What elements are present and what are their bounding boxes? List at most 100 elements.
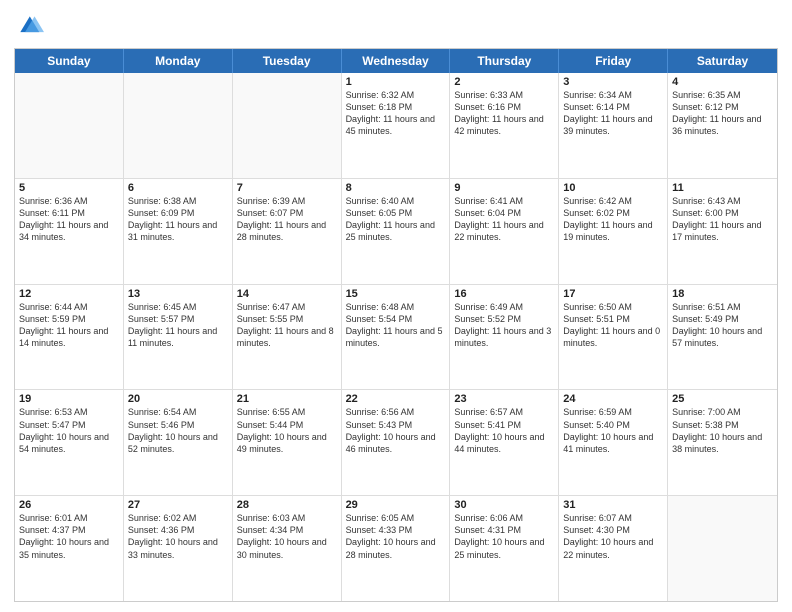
day-number: 14 bbox=[237, 288, 337, 300]
day-number: 27 bbox=[128, 499, 228, 511]
day-of-week-wednesday: Wednesday bbox=[342, 49, 451, 73]
day-number: 2 bbox=[454, 76, 554, 88]
cell-info: Sunrise: 6:05 AM Sunset: 4:33 PM Dayligh… bbox=[346, 512, 446, 561]
cal-cell-day-21: 21Sunrise: 6:55 AM Sunset: 5:44 PM Dayli… bbox=[233, 390, 342, 495]
cal-cell-day-3: 3Sunrise: 6:34 AM Sunset: 6:14 PM Daylig… bbox=[559, 73, 668, 178]
cell-info: Sunrise: 6:34 AM Sunset: 6:14 PM Dayligh… bbox=[563, 89, 663, 138]
cal-cell-day-27: 27Sunrise: 6:02 AM Sunset: 4:36 PM Dayli… bbox=[124, 496, 233, 601]
day-number: 31 bbox=[563, 499, 663, 511]
cal-cell-day-20: 20Sunrise: 6:54 AM Sunset: 5:46 PM Dayli… bbox=[124, 390, 233, 495]
day-number: 12 bbox=[19, 288, 119, 300]
day-number: 17 bbox=[563, 288, 663, 300]
cal-cell-day-22: 22Sunrise: 6:56 AM Sunset: 5:43 PM Dayli… bbox=[342, 390, 451, 495]
cell-info: Sunrise: 6:53 AM Sunset: 5:47 PM Dayligh… bbox=[19, 406, 119, 455]
cell-info: Sunrise: 6:47 AM Sunset: 5:55 PM Dayligh… bbox=[237, 301, 337, 350]
cal-cell-day-24: 24Sunrise: 6:59 AM Sunset: 5:40 PM Dayli… bbox=[559, 390, 668, 495]
cal-cell-day-7: 7Sunrise: 6:39 AM Sunset: 6:07 PM Daylig… bbox=[233, 179, 342, 284]
cal-cell-empty bbox=[668, 496, 777, 601]
cal-cell-day-9: 9Sunrise: 6:41 AM Sunset: 6:04 PM Daylig… bbox=[450, 179, 559, 284]
cal-cell-day-29: 29Sunrise: 6:05 AM Sunset: 4:33 PM Dayli… bbox=[342, 496, 451, 601]
cell-info: Sunrise: 6:51 AM Sunset: 5:49 PM Dayligh… bbox=[672, 301, 773, 350]
cal-cell-day-14: 14Sunrise: 6:47 AM Sunset: 5:55 PM Dayli… bbox=[233, 285, 342, 390]
cal-row-4: 26Sunrise: 6:01 AM Sunset: 4:37 PM Dayli… bbox=[15, 496, 777, 601]
day-number: 8 bbox=[346, 182, 446, 194]
cal-cell-day-5: 5Sunrise: 6:36 AM Sunset: 6:11 PM Daylig… bbox=[15, 179, 124, 284]
cal-cell-day-1: 1Sunrise: 6:32 AM Sunset: 6:18 PM Daylig… bbox=[342, 73, 451, 178]
day-number: 24 bbox=[563, 393, 663, 405]
cell-info: Sunrise: 6:43 AM Sunset: 6:00 PM Dayligh… bbox=[672, 195, 773, 244]
cell-info: Sunrise: 6:55 AM Sunset: 5:44 PM Dayligh… bbox=[237, 406, 337, 455]
day-number: 25 bbox=[672, 393, 773, 405]
day-number: 9 bbox=[454, 182, 554, 194]
day-number: 23 bbox=[454, 393, 554, 405]
day-number: 18 bbox=[672, 288, 773, 300]
cal-cell-day-31: 31Sunrise: 6:07 AM Sunset: 4:30 PM Dayli… bbox=[559, 496, 668, 601]
day-number: 29 bbox=[346, 499, 446, 511]
cal-cell-day-10: 10Sunrise: 6:42 AM Sunset: 6:02 PM Dayli… bbox=[559, 179, 668, 284]
cell-info: Sunrise: 6:57 AM Sunset: 5:41 PM Dayligh… bbox=[454, 406, 554, 455]
cell-info: Sunrise: 7:00 AM Sunset: 5:38 PM Dayligh… bbox=[672, 406, 773, 455]
cal-row-2: 12Sunrise: 6:44 AM Sunset: 5:59 PM Dayli… bbox=[15, 285, 777, 391]
calendar: SundayMondayTuesdayWednesdayThursdayFrid… bbox=[14, 48, 778, 602]
cell-info: Sunrise: 6:59 AM Sunset: 5:40 PM Dayligh… bbox=[563, 406, 663, 455]
day-of-week-friday: Friday bbox=[559, 49, 668, 73]
day-number: 19 bbox=[19, 393, 119, 405]
cal-cell-day-30: 30Sunrise: 6:06 AM Sunset: 4:31 PM Dayli… bbox=[450, 496, 559, 601]
cell-info: Sunrise: 6:06 AM Sunset: 4:31 PM Dayligh… bbox=[454, 512, 554, 561]
cell-info: Sunrise: 6:39 AM Sunset: 6:07 PM Dayligh… bbox=[237, 195, 337, 244]
day-of-week-thursday: Thursday bbox=[450, 49, 559, 73]
cell-info: Sunrise: 6:07 AM Sunset: 4:30 PM Dayligh… bbox=[563, 512, 663, 561]
cell-info: Sunrise: 6:56 AM Sunset: 5:43 PM Dayligh… bbox=[346, 406, 446, 455]
day-of-week-tuesday: Tuesday bbox=[233, 49, 342, 73]
cal-cell-day-15: 15Sunrise: 6:48 AM Sunset: 5:54 PM Dayli… bbox=[342, 285, 451, 390]
day-number: 10 bbox=[563, 182, 663, 194]
day-number: 7 bbox=[237, 182, 337, 194]
cal-cell-day-8: 8Sunrise: 6:40 AM Sunset: 6:05 PM Daylig… bbox=[342, 179, 451, 284]
cell-info: Sunrise: 6:36 AM Sunset: 6:11 PM Dayligh… bbox=[19, 195, 119, 244]
cal-cell-empty bbox=[233, 73, 342, 178]
day-number: 11 bbox=[672, 182, 773, 194]
cell-info: Sunrise: 6:01 AM Sunset: 4:37 PM Dayligh… bbox=[19, 512, 119, 561]
cell-info: Sunrise: 6:38 AM Sunset: 6:09 PM Dayligh… bbox=[128, 195, 228, 244]
cal-row-1: 5Sunrise: 6:36 AM Sunset: 6:11 PM Daylig… bbox=[15, 179, 777, 285]
cell-info: Sunrise: 6:40 AM Sunset: 6:05 PM Dayligh… bbox=[346, 195, 446, 244]
cell-info: Sunrise: 6:50 AM Sunset: 5:51 PM Dayligh… bbox=[563, 301, 663, 350]
cell-info: Sunrise: 6:42 AM Sunset: 6:02 PM Dayligh… bbox=[563, 195, 663, 244]
calendar-header: SundayMondayTuesdayWednesdayThursdayFrid… bbox=[15, 49, 777, 73]
cell-info: Sunrise: 6:49 AM Sunset: 5:52 PM Dayligh… bbox=[454, 301, 554, 350]
cell-info: Sunrise: 6:32 AM Sunset: 6:18 PM Dayligh… bbox=[346, 89, 446, 138]
cal-cell-day-4: 4Sunrise: 6:35 AM Sunset: 6:12 PM Daylig… bbox=[668, 73, 777, 178]
calendar-body: 1Sunrise: 6:32 AM Sunset: 6:18 PM Daylig… bbox=[15, 73, 777, 601]
cal-cell-day-6: 6Sunrise: 6:38 AM Sunset: 6:09 PM Daylig… bbox=[124, 179, 233, 284]
cell-info: Sunrise: 6:02 AM Sunset: 4:36 PM Dayligh… bbox=[128, 512, 228, 561]
day-number: 30 bbox=[454, 499, 554, 511]
cal-cell-empty bbox=[124, 73, 233, 178]
cal-row-3: 19Sunrise: 6:53 AM Sunset: 5:47 PM Dayli… bbox=[15, 390, 777, 496]
cal-cell-day-25: 25Sunrise: 7:00 AM Sunset: 5:38 PM Dayli… bbox=[668, 390, 777, 495]
day-of-week-saturday: Saturday bbox=[668, 49, 777, 73]
day-of-week-monday: Monday bbox=[124, 49, 233, 73]
cal-cell-day-23: 23Sunrise: 6:57 AM Sunset: 5:41 PM Dayli… bbox=[450, 390, 559, 495]
page: SundayMondayTuesdayWednesdayThursdayFrid… bbox=[0, 0, 792, 612]
cell-info: Sunrise: 6:35 AM Sunset: 6:12 PM Dayligh… bbox=[672, 89, 773, 138]
day-number: 15 bbox=[346, 288, 446, 300]
day-number: 28 bbox=[237, 499, 337, 511]
cal-cell-day-17: 17Sunrise: 6:50 AM Sunset: 5:51 PM Dayli… bbox=[559, 285, 668, 390]
cal-cell-empty bbox=[15, 73, 124, 178]
day-number: 6 bbox=[128, 182, 228, 194]
cal-cell-day-2: 2Sunrise: 6:33 AM Sunset: 6:16 PM Daylig… bbox=[450, 73, 559, 178]
day-number: 5 bbox=[19, 182, 119, 194]
cal-cell-day-11: 11Sunrise: 6:43 AM Sunset: 6:00 PM Dayli… bbox=[668, 179, 777, 284]
cal-cell-day-19: 19Sunrise: 6:53 AM Sunset: 5:47 PM Dayli… bbox=[15, 390, 124, 495]
day-number: 1 bbox=[346, 76, 446, 88]
header bbox=[14, 10, 778, 40]
cal-row-0: 1Sunrise: 6:32 AM Sunset: 6:18 PM Daylig… bbox=[15, 73, 777, 179]
logo bbox=[14, 10, 48, 40]
cell-info: Sunrise: 6:41 AM Sunset: 6:04 PM Dayligh… bbox=[454, 195, 554, 244]
cell-info: Sunrise: 6:45 AM Sunset: 5:57 PM Dayligh… bbox=[128, 301, 228, 350]
day-number: 3 bbox=[563, 76, 663, 88]
day-number: 13 bbox=[128, 288, 228, 300]
cal-cell-day-12: 12Sunrise: 6:44 AM Sunset: 5:59 PM Dayli… bbox=[15, 285, 124, 390]
day-number: 4 bbox=[672, 76, 773, 88]
cal-cell-day-28: 28Sunrise: 6:03 AM Sunset: 4:34 PM Dayli… bbox=[233, 496, 342, 601]
